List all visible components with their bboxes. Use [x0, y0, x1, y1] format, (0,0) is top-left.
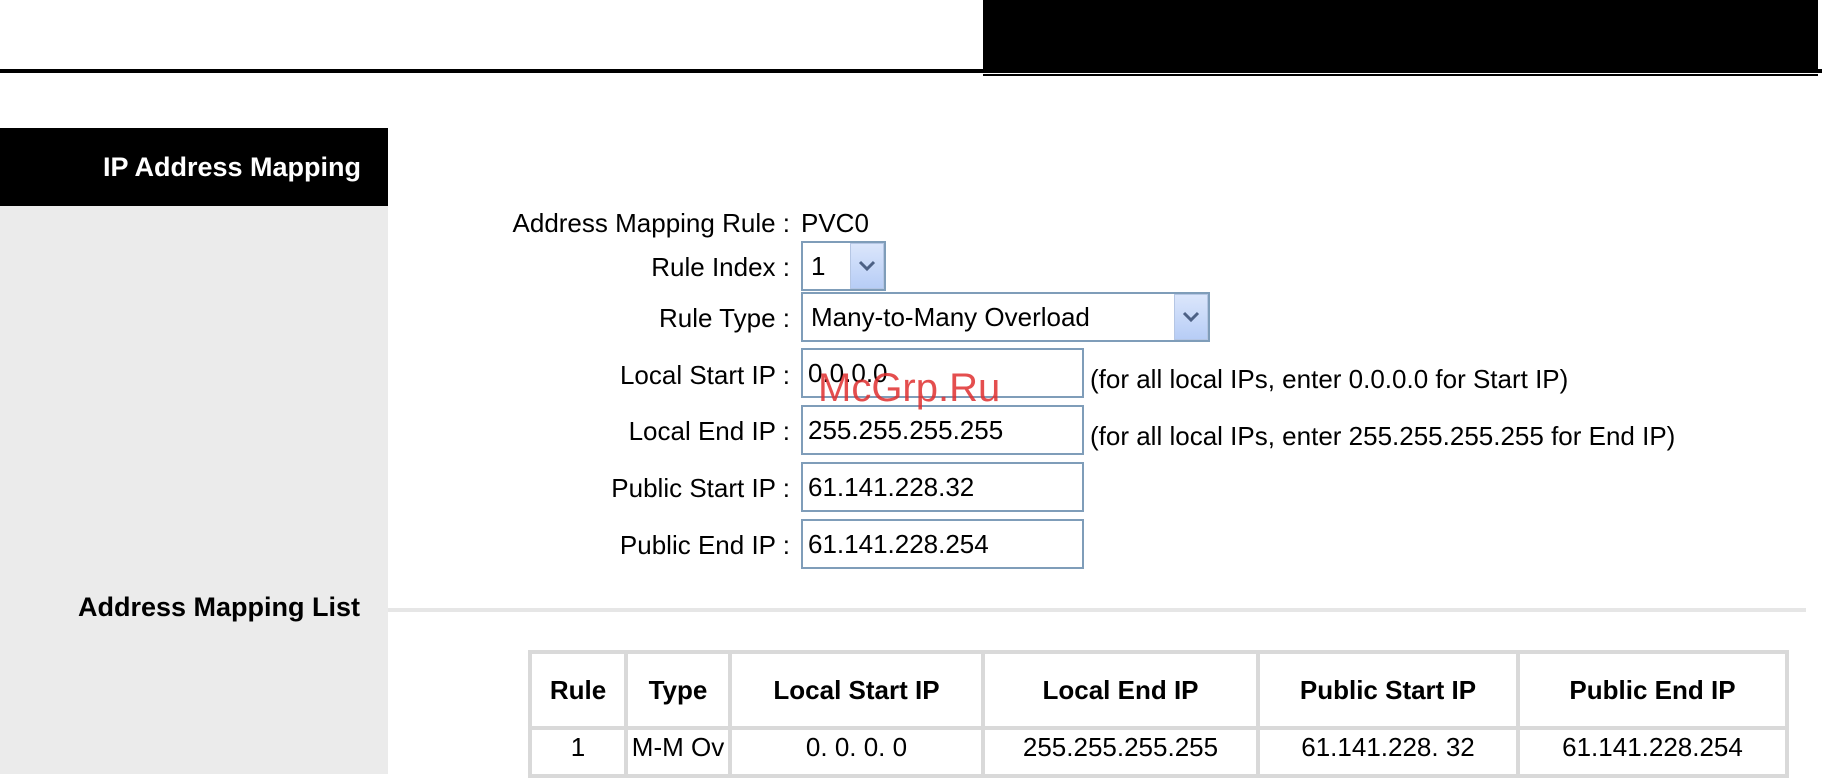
column-header-local-start-ip: Local Start IP — [732, 654, 981, 726]
top-divider-line — [0, 69, 1822, 73]
mapping-list-title: Address Mapping List — [77, 592, 360, 622]
cell-local-start-ip: 0. 0. 0. 0 — [732, 730, 981, 774]
local-end-ip-label: Local End IP : — [628, 416, 790, 446]
rule-index-select[interactable]: 1 — [801, 241, 886, 291]
rule-type-selected-value: Many-to-Many Overload — [811, 301, 1090, 332]
top-divider-line-secondary — [983, 74, 1818, 76]
chevron-down-icon[interactable] — [850, 243, 884, 289]
table-row[interactable]: 1 M-M Ov 0. 0. 0. 0 255.255.255.255 61.1… — [532, 730, 1785, 774]
mapping-rule-label: Address Mapping Rule : — [512, 208, 790, 238]
public-end-ip-label: Public End IP : — [619, 530, 790, 560]
local-start-ip-label: Local Start IP : — [619, 360, 790, 390]
cell-rule: 1 — [532, 730, 624, 774]
cell-public-start-ip: 61.141.228. 32 — [1260, 730, 1516, 774]
sidebar-panel — [0, 128, 388, 774]
public-start-ip-input[interactable]: 61.141.228.32 — [801, 462, 1084, 512]
table-header-row: Rule Type Local Start IP Local End IP Pu… — [532, 654, 1785, 726]
watermark-text: McGrp.Ru — [818, 366, 1001, 410]
list-divider — [388, 608, 1806, 612]
rule-index-label: Rule Index : — [651, 252, 790, 282]
column-header-local-end-ip: Local End IP — [985, 654, 1256, 726]
mapping-rule-value: PVC0 — [801, 208, 869, 238]
rule-type-select[interactable]: Many-to-Many Overload — [801, 292, 1210, 342]
local-end-ip-hint: (for all local IPs, enter 255.255.255.25… — [1090, 421, 1676, 451]
top-banner-bar — [983, 0, 1818, 72]
column-header-public-start-ip: Public Start IP — [1260, 654, 1516, 726]
public-start-ip-label: Public Start IP : — [611, 473, 790, 503]
rule-index-selected-value: 1 — [811, 250, 826, 281]
section-title: IP Address Mapping — [0, 128, 388, 206]
local-start-ip-hint: (for all local IPs, enter 0.0.0.0 for St… — [1090, 364, 1569, 394]
address-mapping-table: Rule Type Local Start IP Local End IP Pu… — [528, 650, 1789, 778]
chevron-down-icon[interactable] — [1174, 294, 1208, 340]
rule-type-label: Rule Type : — [658, 303, 790, 333]
cell-local-end-ip: 255.255.255.255 — [985, 730, 1256, 774]
cell-public-end-ip: 61.141.228.254 — [1520, 730, 1785, 774]
local-end-ip-input[interactable]: 255.255.255.255 — [801, 405, 1084, 455]
column-header-rule: Rule — [532, 654, 624, 726]
column-header-type: Type — [628, 654, 728, 726]
cell-type: M-M Ov — [628, 730, 728, 774]
public-end-ip-input[interactable]: 61.141.228.254 — [801, 519, 1084, 569]
column-header-public-end-ip: Public End IP — [1520, 654, 1785, 726]
